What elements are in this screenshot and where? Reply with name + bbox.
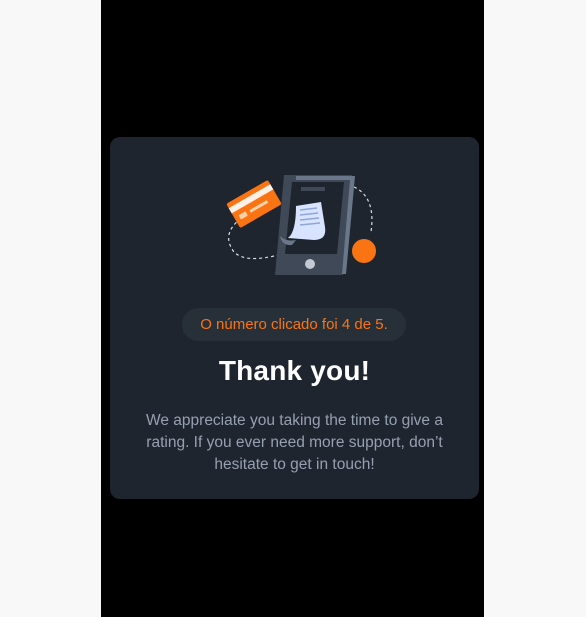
- orange-dot-icon: [352, 239, 376, 263]
- thank-you-message: We appreciate you taking the time to giv…: [146, 412, 443, 473]
- thank-you-title: Thank you!: [218, 355, 371, 386]
- selected-rating-badge: O número clicado foi 4 de 5.: [182, 308, 406, 341]
- phone-frame: O número clicado foi 4 de 5. Thank you! …: [101, 0, 484, 617]
- credit-card-icon: [226, 180, 282, 228]
- thank-you-illustration: [226, 175, 376, 275]
- thank-you-card: O número clicado foi 4 de 5. Thank you! …: [110, 137, 479, 499]
